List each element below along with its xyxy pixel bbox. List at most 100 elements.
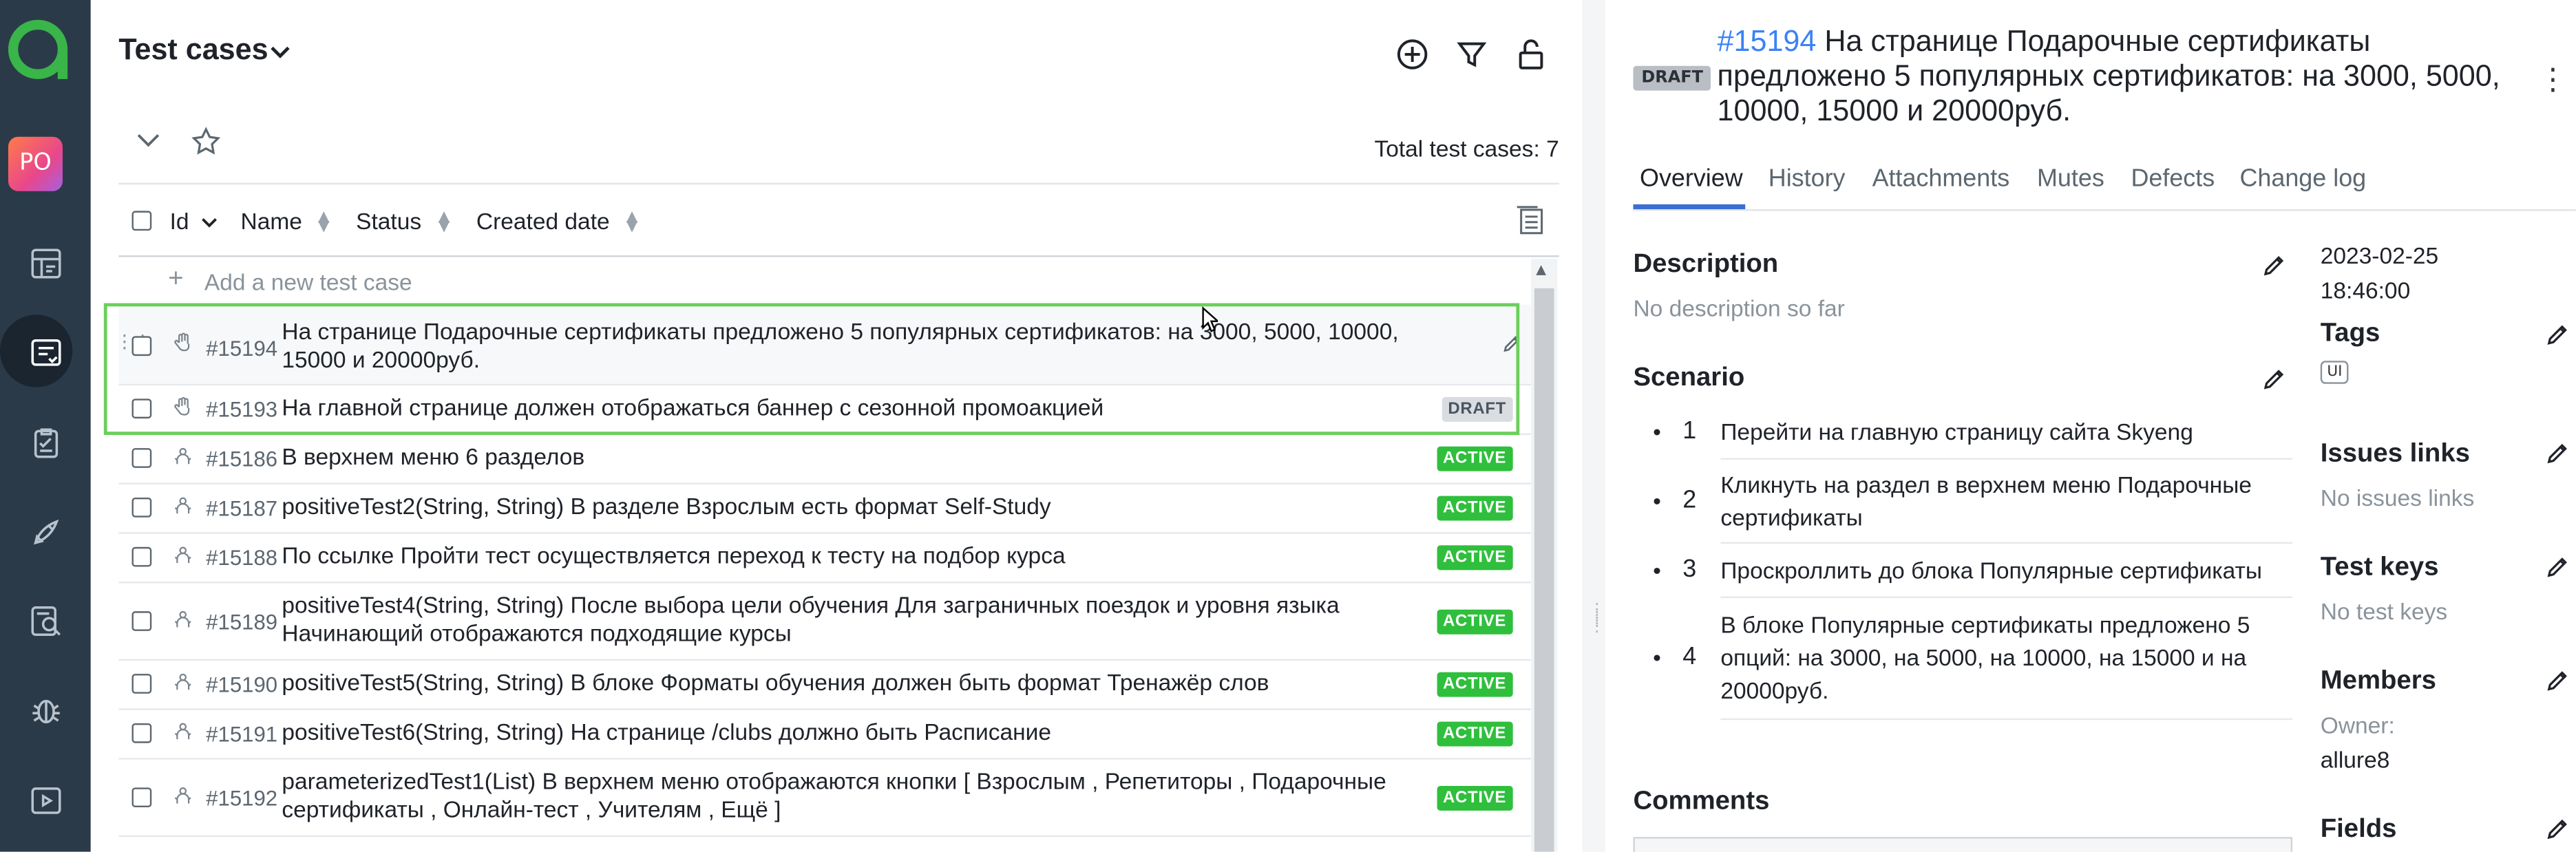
unlock-icon[interactable] bbox=[1513, 36, 1550, 73]
sort-icon[interactable]: ▲ ▼ bbox=[439, 210, 450, 235]
row-name[interactable]: В верхнем меню 6 разделов bbox=[282, 443, 1419, 471]
row-checkbox[interactable] bbox=[131, 787, 152, 808]
divider bbox=[1720, 718, 2293, 721]
filter-icon[interactable] bbox=[1454, 36, 1490, 73]
scenario-step[interactable]: • 3 Проскроллить до блока Популярные сер… bbox=[1633, 551, 2293, 599]
step-text: Проскроллить до блока Популярные сертифи… bbox=[1720, 557, 2262, 584]
test-keys-heading: Test keys bbox=[2320, 553, 2439, 582]
tab-change-log[interactable]: Change log bbox=[2239, 164, 2366, 193]
edit-members-icon[interactable] bbox=[2544, 668, 2570, 694]
list-scrollbar[interactable]: ▲ bbox=[1531, 258, 1558, 852]
sort-icon[interactable]: ▲ ▼ bbox=[318, 210, 330, 235]
table-row[interactable]: #15189 positiveTest4(String, String) Пос… bbox=[118, 582, 1533, 661]
step-text: В блоке Популярные сертификаты предложен… bbox=[1720, 611, 2250, 704]
tab-attachments[interactable]: Attachments bbox=[1872, 164, 2010, 193]
column-settings-icon[interactable] bbox=[1513, 204, 1546, 237]
add-test-case-row[interactable]: + Add a new test case bbox=[118, 259, 1532, 305]
launches-icon[interactable] bbox=[0, 494, 91, 570]
row-id[interactable]: #15191 bbox=[206, 722, 277, 747]
table-row[interactable]: #15192 parameterizedTest1(List) В верхне… bbox=[118, 758, 1533, 838]
page-title[interactable]: Test cases bbox=[118, 33, 268, 67]
automated-robot-icon bbox=[174, 546, 191, 563]
step-number: 3 bbox=[1682, 555, 1697, 584]
test-case-title: #15194 На странице Подарочные сертификат… bbox=[1718, 25, 2533, 129]
edit-issues-icon[interactable] bbox=[2544, 440, 2570, 466]
edit-fields-icon[interactable] bbox=[2544, 816, 2570, 842]
row-name[interactable]: parameterizedTest1(List) В верхнем меню … bbox=[282, 768, 1419, 824]
total-count: Total test cases: 7 bbox=[1374, 135, 1559, 162]
mouse-cursor-icon bbox=[1202, 306, 1218, 332]
dashboards-icon[interactable] bbox=[0, 226, 91, 301]
column-status[interactable]: Status bbox=[356, 208, 421, 234]
edit-test-keys-icon[interactable] bbox=[2544, 553, 2570, 579]
analytics-icon[interactable] bbox=[0, 583, 91, 659]
row-checkbox[interactable] bbox=[131, 546, 152, 567]
scenario-step[interactable]: • 2 Кликнуть на раздел в верхнем меню По… bbox=[1633, 465, 2293, 544]
row-id[interactable]: #15192 bbox=[206, 786, 277, 811]
project-avatar[interactable]: PO bbox=[8, 136, 63, 191]
row-checkbox[interactable] bbox=[131, 497, 152, 518]
tab-defects[interactable]: Defects bbox=[2131, 164, 2215, 193]
row-id[interactable]: #15186 bbox=[206, 447, 277, 471]
comment-editor[interactable] bbox=[1633, 837, 2293, 852]
step-text: Перейти на главную страницу сайта Skyeng bbox=[1720, 418, 2193, 445]
add-circle-icon[interactable] bbox=[1394, 36, 1430, 73]
allure-logo[interactable] bbox=[8, 19, 68, 79]
jobs-icon[interactable] bbox=[0, 763, 91, 838]
column-name[interactable]: Name bbox=[241, 208, 302, 234]
collapse-chevron-icon[interactable] bbox=[135, 130, 161, 150]
fields-heading: Fields bbox=[2320, 816, 2397, 844]
row-name[interactable]: positiveTest4(String, String) После выбо… bbox=[282, 591, 1419, 647]
row-name[interactable]: positiveTest5(String, String) В блоке Фо… bbox=[282, 669, 1419, 697]
row-checkbox[interactable] bbox=[131, 448, 152, 468]
resize-grip-icon[interactable]: ⋮ ⋮ ⋮ bbox=[1589, 602, 1605, 635]
divider bbox=[118, 255, 1559, 257]
select-all-checkbox[interactable] bbox=[131, 211, 152, 231]
table-row[interactable]: #15186 В верхнем меню 6 разделов ACTIVE bbox=[118, 434, 1533, 484]
defects-icon[interactable] bbox=[0, 672, 91, 748]
step-bullet: • bbox=[1653, 557, 1661, 584]
star-icon[interactable] bbox=[189, 125, 222, 158]
row-checkbox[interactable] bbox=[131, 611, 152, 631]
tab-overview[interactable]: Overview bbox=[1640, 164, 1743, 193]
tab-mutes[interactable]: Mutes bbox=[2037, 164, 2104, 193]
edit-description-icon[interactable] bbox=[2261, 252, 2288, 278]
column-id[interactable]: Id bbox=[170, 208, 189, 234]
table-row[interactable]: #15188 По ссылке Пройти тест осуществляе… bbox=[118, 532, 1533, 584]
sort-icon[interactable]: ▲ ▼ bbox=[626, 210, 638, 235]
test-cases-icon[interactable] bbox=[0, 315, 91, 390]
scenario-step[interactable]: • 4 В блоке Популярные сертификаты предл… bbox=[1633, 605, 2293, 721]
row-id[interactable]: #15190 bbox=[206, 672, 277, 697]
row-checkbox[interactable] bbox=[131, 674, 152, 694]
row-name[interactable]: По ссылке Пройти тест осуществляется пер… bbox=[282, 542, 1419, 571]
row-checkbox[interactable] bbox=[131, 723, 152, 743]
scenario-step[interactable]: • 1 Перейти на главную страницу сайта Sk… bbox=[1633, 412, 2293, 460]
step-number: 2 bbox=[1682, 486, 1697, 514]
tag-chip[interactable]: UI bbox=[2320, 361, 2350, 384]
step-number: 1 bbox=[1682, 416, 1697, 445]
row-id[interactable]: #15188 bbox=[206, 545, 277, 570]
tab-history[interactable]: History bbox=[1769, 164, 1846, 193]
edit-tags-icon[interactable] bbox=[2544, 321, 2570, 348]
table-row[interactable]: #15191 positiveTest6(String, String) На … bbox=[118, 708, 1533, 760]
scroll-up-icon[interactable]: ▲ bbox=[1536, 262, 1546, 277]
row-id[interactable]: #15187 bbox=[206, 496, 277, 521]
chevron-down-icon[interactable] bbox=[268, 45, 292, 61]
panel-resizer[interactable]: ⋮ ⋮ ⋮ bbox=[1582, 0, 1605, 852]
row-name[interactable]: positiveTest6(String, String) На страниц… bbox=[282, 718, 1419, 747]
test-case-id[interactable]: #15194 bbox=[1718, 25, 1817, 58]
issues-empty: No issues links bbox=[2320, 484, 2475, 511]
row-id[interactable]: #15189 bbox=[206, 610, 277, 635]
sort-desc-icon[interactable] bbox=[201, 216, 218, 229]
column-created-date[interactable]: Created date bbox=[476, 208, 610, 234]
row-name[interactable]: positiveTest2(String, String) В разделе … bbox=[282, 493, 1419, 521]
test-plans-icon[interactable] bbox=[0, 405, 91, 481]
scrollbar-thumb[interactable] bbox=[1534, 288, 1554, 852]
scenario-heading: Scenario bbox=[1633, 364, 1745, 392]
table-row[interactable]: #15190 positiveTest5(String, String) В б… bbox=[118, 659, 1533, 710]
automated-robot-icon bbox=[174, 723, 191, 740]
edit-scenario-icon[interactable] bbox=[2261, 365, 2288, 392]
more-vert-icon[interactable]: ⋮ bbox=[2538, 63, 2568, 97]
status-badge: ACTIVE bbox=[1436, 545, 1513, 571]
table-row[interactable]: #15187 positiveTest2(String, String) В р… bbox=[118, 482, 1533, 534]
